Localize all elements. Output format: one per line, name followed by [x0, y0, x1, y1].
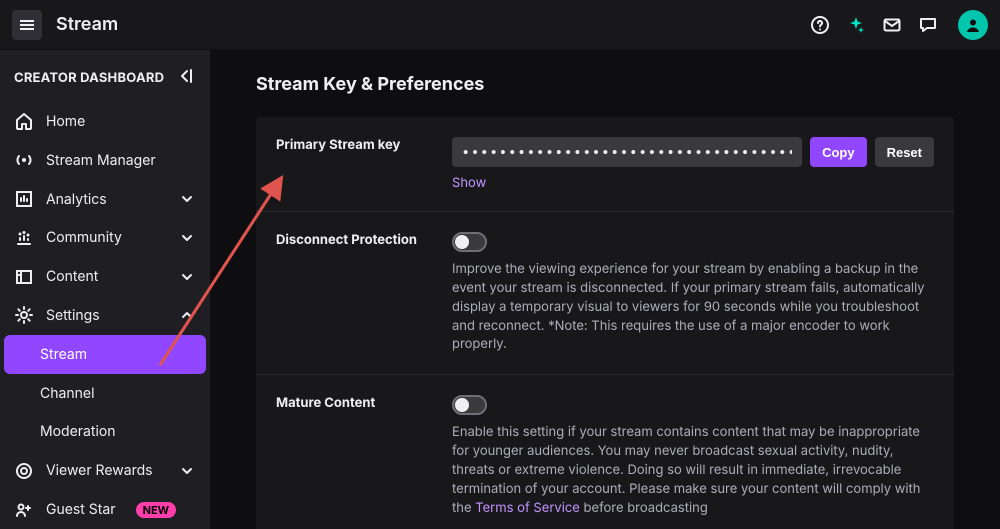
sidebar-item-content[interactable]: Content: [0, 257, 210, 296]
sidebar-item-label: Stream Manager: [46, 152, 156, 169]
chevron-down-icon: [178, 229, 196, 247]
whispers-button[interactable]: [918, 15, 938, 35]
guest-star-icon: [14, 500, 34, 520]
user-icon: [964, 16, 982, 34]
sidebar-sub-stream[interactable]: Stream: [4, 335, 206, 374]
sidebar-item-label: Guest Star: [46, 501, 116, 518]
row-primary-stream-key: Primary Stream key Copy Reset Show: [256, 117, 954, 212]
disconnect-description: Improve the viewing experience for your …: [452, 260, 934, 354]
inbox-button[interactable]: [882, 15, 902, 35]
sidebar-item-label: Home: [46, 113, 85, 130]
gear-icon: [14, 305, 34, 325]
show-link[interactable]: Show: [452, 175, 486, 191]
terms-of-service-link[interactable]: Terms of Service: [475, 500, 580, 516]
sidebar-item-label: Community: [46, 229, 122, 246]
main: Stream Key & Preferences Primary Stream …: [210, 50, 1000, 529]
disconnect-toggle[interactable]: [452, 232, 487, 252]
chevron-up-icon: [178, 306, 196, 324]
help-icon: [810, 15, 830, 35]
mature-label: Mature Content: [276, 395, 452, 517]
broadcast-icon: [14, 150, 34, 170]
sparkle-icon: [846, 15, 866, 35]
topbar-title: Stream: [56, 14, 118, 35]
sidebar-item-label: Content: [46, 268, 98, 285]
collapse-sidebar-button[interactable]: [176, 66, 196, 90]
reset-button[interactable]: Reset: [875, 137, 934, 167]
row-disconnect-protection: Disconnect Protection Improve the viewin…: [256, 212, 954, 375]
sidebar-item-label: Moderation: [40, 423, 116, 440]
mature-description: Enable this setting if your stream conta…: [452, 423, 934, 517]
home-icon: [14, 111, 34, 131]
mail-icon: [882, 15, 902, 35]
topbar-actions: [810, 10, 988, 40]
sidebar-item-home[interactable]: Home: [0, 102, 210, 141]
help-button[interactable]: [810, 15, 830, 35]
sidebar-item-settings[interactable]: Settings: [0, 296, 210, 335]
chevron-down-icon: [178, 268, 196, 286]
topbar: Stream: [0, 0, 1000, 50]
chevron-down-icon: [178, 190, 196, 208]
preferences-card: Primary Stream key Copy Reset Show Disco…: [256, 117, 954, 529]
sidebar-item-viewer-rewards[interactable]: Viewer Rewards: [0, 451, 210, 490]
mature-toggle[interactable]: [452, 395, 487, 415]
sidebar-item-label: Viewer Rewards: [46, 462, 153, 479]
new-badge: NEW: [136, 502, 176, 518]
sidebar-sub-moderation[interactable]: Moderation: [0, 413, 210, 452]
row-mature-content: Mature Content Enable this setting if yo…: [256, 375, 954, 529]
rewards-icon: [14, 461, 34, 481]
analytics-icon: [14, 189, 34, 209]
sidebar-item-stream-manager[interactable]: Stream Manager: [0, 141, 210, 180]
stream-key-input[interactable]: [452, 137, 802, 167]
sidebar-item-label: Stream: [40, 346, 87, 363]
sidebar: CREATOR DASHBOARD Home Stream Manager An…: [0, 50, 210, 529]
sidebar-item-guest-star[interactable]: Guest Star NEW: [0, 490, 210, 529]
sparkle-button[interactable]: [846, 15, 866, 35]
primary-key-label: Primary Stream key: [276, 137, 452, 191]
disconnect-label: Disconnect Protection: [276, 232, 452, 354]
avatar[interactable]: [958, 10, 988, 40]
page-title: Stream Key & Preferences: [256, 74, 954, 95]
collapse-icon: [176, 66, 196, 86]
sidebar-item-label: Settings: [46, 307, 100, 324]
sidebar-item-label: Channel: [40, 385, 94, 402]
hamburger-menu-button[interactable]: [12, 10, 42, 40]
hamburger-icon: [18, 16, 36, 34]
community-icon: [14, 228, 34, 248]
sidebar-item-label: Analytics: [46, 191, 107, 208]
sidebar-heading-row: CREATOR DASHBOARD: [0, 58, 210, 102]
chat-bubble-icon: [918, 15, 938, 35]
copy-button[interactable]: Copy: [810, 137, 867, 167]
content-icon: [14, 267, 34, 287]
sidebar-sub-channel[interactable]: Channel: [0, 374, 210, 413]
sidebar-heading: CREATOR DASHBOARD: [14, 70, 164, 86]
chevron-down-icon: [178, 462, 196, 480]
sidebar-item-community[interactable]: Community: [0, 218, 210, 257]
sidebar-item-analytics[interactable]: Analytics: [0, 180, 210, 219]
